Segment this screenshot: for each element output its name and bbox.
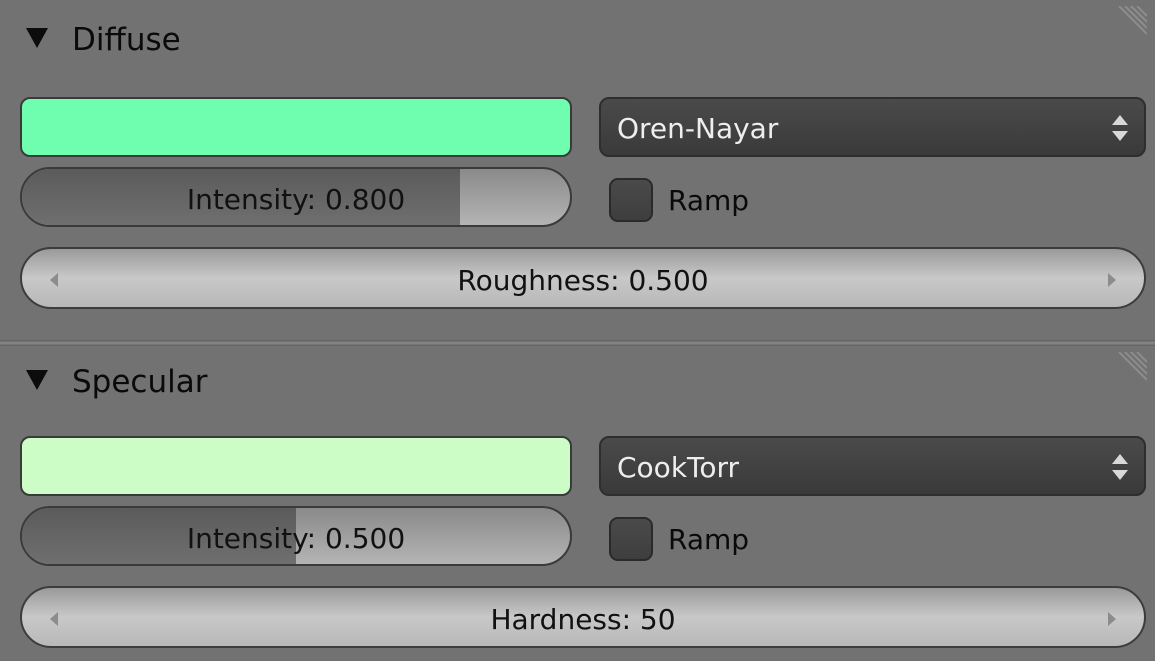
arrow-right-icon[interactable] [1108,273,1116,287]
roughness-text: Roughness: 0.500 [457,264,709,297]
diffuse-intensity-text: Intensity: 0.800 [186,183,406,216]
specular-intensity-text: Intensity: 0.500 [186,522,406,555]
triangle-down-icon[interactable] [26,370,48,390]
specular-ramp-label: Ramp [668,523,750,556]
specular-title: Specular [72,364,208,400]
diffuse-shader-label: Oren-Nayar [617,112,779,145]
diffuse-panel-header[interactable]: Diffuse [0,0,1155,80]
diffuse-intensity-slider[interactable]: Intensity: 0.800 [20,167,572,227]
diffuse-panel: Diffuse Oren-Nayar Intensity: 0.800 Ramp… [0,0,1155,340]
specular-ramp-checkbox[interactable] [609,517,653,561]
hardness-text: Hardness: 50 [490,603,676,636]
specular-intensity-slider[interactable]: Intensity: 0.500 [20,506,572,566]
diffuse-color-swatch[interactable] [20,97,572,157]
specular-shader-label: CookTorr [617,451,740,484]
diffuse-shader-dropdown[interactable]: Oren-Nayar [599,97,1146,157]
hardness-field[interactable]: Hardness: 50 [20,586,1146,648]
specular-panel-header[interactable]: Specular [0,346,1155,426]
panel-grip-icon[interactable] [1099,6,1147,54]
diffuse-ramp-checkbox[interactable] [609,178,653,222]
specular-color-swatch[interactable] [20,436,572,496]
up-down-arrows-icon [1112,115,1128,141]
diffuse-ramp-label: Ramp [668,184,750,217]
specular-panel: Specular CookTorr Intensity: 0.500 Ramp … [0,346,1155,661]
specular-shader-dropdown[interactable]: CookTorr [599,436,1146,496]
panel-grip-icon[interactable] [1099,352,1147,400]
diffuse-title: Diffuse [72,22,181,58]
up-down-arrows-icon [1112,454,1128,480]
triangle-down-icon[interactable] [26,28,48,48]
arrow-right-icon[interactable] [1108,612,1116,626]
roughness-field[interactable]: Roughness: 0.500 [20,247,1146,309]
